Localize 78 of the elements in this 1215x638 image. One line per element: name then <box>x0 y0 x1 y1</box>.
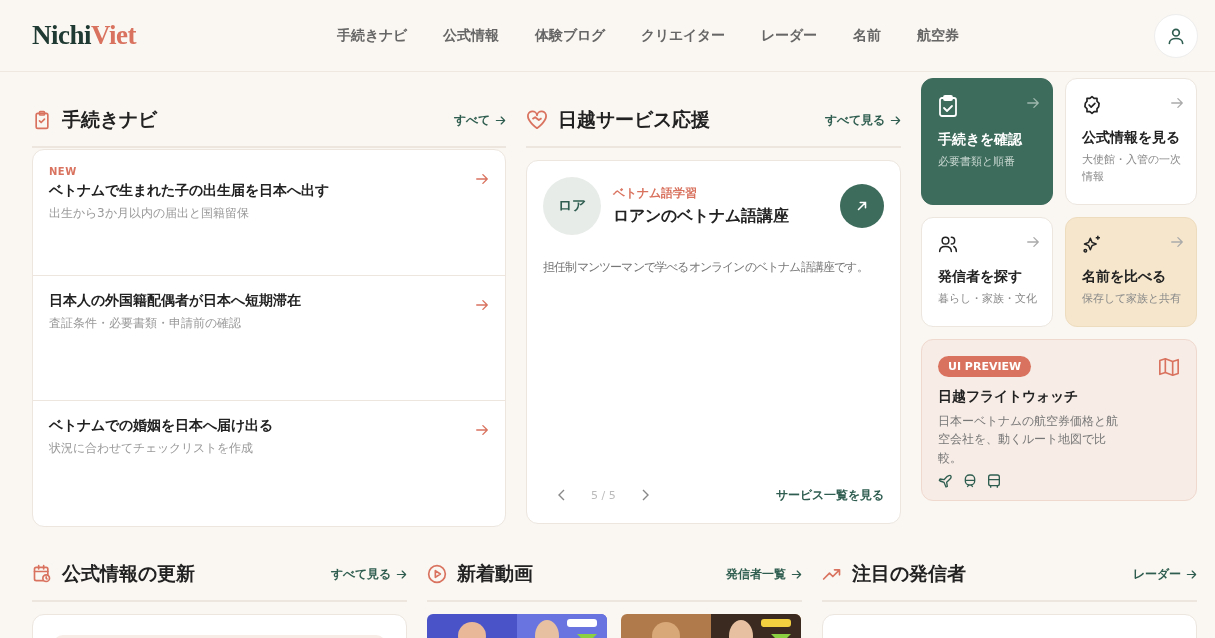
plane-icon <box>938 473 954 490</box>
procedure-item[interactable]: 日本人の外国籍配偶者が日本へ短期滞在 査証条件・必要書類・申請前の確認 <box>33 275 505 402</box>
service-category: ベトナム語学習 <box>613 185 698 202</box>
quick-link-card[interactable]: 公式情報を見る 大使館・入管の一次情報 <box>1065 78 1197 205</box>
procedure-subtitle: 査証条件・必要書類・申請前の確認 <box>49 314 242 332</box>
service-description: 担任制マンツーマンで学べるオンラインのベトナム語講座です。 <box>543 259 869 276</box>
sparkle-icon <box>1082 234 1102 254</box>
procedure-title: ベトナムで生まれた子の出生届を日本へ出す <box>49 182 329 200</box>
quick-link-card[interactable]: 発信者を探す 暮らし・家族・文化 <box>921 217 1053 327</box>
arrow-icon <box>475 172 489 186</box>
arrow-icon <box>1026 96 1040 110</box>
clipboard-icon <box>32 110 52 130</box>
heart-icon <box>526 110 548 130</box>
open-button[interactable] <box>840 184 884 228</box>
page-indicator: 5 / 5 <box>591 488 616 502</box>
account-button[interactable] <box>1154 13 1198 58</box>
section-title: 日越サービス応援 <box>558 107 710 132</box>
see-all-link[interactable]: すべて見る <box>331 565 407 583</box>
quick-link-title: 手続きを確認 <box>938 131 1023 149</box>
nav-link[interactable]: 手続きナビ <box>337 26 407 45</box>
arrow-icon <box>890 114 901 126</box>
procedure-title: ベトナムでの婚姻を日本へ届け出る <box>49 417 273 436</box>
arrow-icon <box>495 114 506 126</box>
quick-link-subtitle: 大使館・入管の一次情報 <box>1082 152 1182 185</box>
arrow-icon <box>791 568 802 580</box>
users-icon <box>938 234 958 254</box>
procedure-subtitle: 出生から3か月以内の届出と国籍留保 <box>49 205 250 222</box>
procedure-subtitle: 状況に合わせてチェックリストを作成 <box>49 440 254 458</box>
play-icon <box>427 564 447 584</box>
quick-link-title: 公式情報を見る <box>1082 129 1181 147</box>
calendar-icon <box>32 564 52 584</box>
section-title: 注目の発信者 <box>852 561 966 586</box>
see-all-link[interactable]: すべて <box>454 111 506 129</box>
arrow-icon <box>396 568 407 580</box>
clipboard-icon <box>938 95 958 117</box>
quick-link-title: 発信者を探す <box>938 268 1023 286</box>
quick-link-card[interactable]: 手続きを確認 必要書類と順番 <box>921 78 1053 205</box>
arrow-icon <box>475 297 489 312</box>
check-badge-icon <box>1082 95 1102 115</box>
arrow-icon <box>475 423 489 438</box>
section-title: 公式情報の更新 <box>62 561 195 586</box>
quick-link-card[interactable]: 名前を比べる 保存して家族と共有 <box>1065 217 1197 327</box>
procedure-item[interactable]: ベトナムでの婚姻を日本へ届け出る 状況に合わせてチェックリストを作成 <box>33 401 505 526</box>
train-icon <box>962 473 978 490</box>
quick-link-subtitle: 暮らし・家族・文化 <box>938 291 1038 307</box>
service-list-link[interactable]: サービス一覧を見る <box>776 486 884 504</box>
quick-link-subtitle: 保存して家族と共有 <box>1082 291 1182 307</box>
nav-link[interactable]: クリエイター <box>641 26 725 45</box>
new-label: NEW <box>49 166 78 177</box>
site-logo[interactable]: NichiViet <box>32 20 332 51</box>
procedure-title: 日本人の外国籍配偶者が日本へ短期滞在 <box>49 291 301 310</box>
section-title: 新着動画 <box>457 561 533 586</box>
nav-link[interactable]: レーダー <box>761 26 817 45</box>
service-avatar: ロア <box>543 177 601 235</box>
arrow-icon <box>1186 568 1197 580</box>
arrow-icon <box>1170 96 1184 110</box>
preview-badge: UI PREVIEW <box>938 356 1032 377</box>
see-all-link[interactable]: レーダー <box>1133 565 1197 583</box>
service-name: ロアンのベトナム語講座 <box>613 206 790 227</box>
nav-link[interactable]: 航空券 <box>917 26 959 45</box>
section-title: 手続きナビ <box>62 107 157 132</box>
bus-icon <box>986 473 1002 490</box>
nav-link[interactable]: 名前 <box>853 26 881 45</box>
see-all-link[interactable]: 発信者一覧 <box>726 565 802 583</box>
arrow-icon <box>1170 235 1184 249</box>
chevron-left-icon <box>557 489 567 501</box>
quick-link-subtitle: 必要書類と順番 <box>938 154 1016 170</box>
arrow-icon <box>1026 235 1040 249</box>
external-link-icon <box>855 199 869 213</box>
flight-card[interactable]: UI PREVIEW 日越フライトウォッチ 日本ーベトナムの航空券価格と航空会社を、動くルート地図で比較。 <box>921 339 1197 501</box>
nav-link[interactable]: 体験ブログ <box>535 26 605 45</box>
map-icon <box>1158 356 1180 378</box>
see-all-link[interactable]: すべて見る <box>825 111 901 129</box>
quick-link-title: 名前を比べる <box>1082 268 1167 286</box>
flight-description: 日本ーベトナムの航空券価格と航空会社を、動くルート地図で比較。 <box>938 413 1119 467</box>
flight-title: 日越フライトウォッチ <box>938 388 1079 406</box>
procedure-item[interactable]: NEW ベトナムで生まれた子の出生届を日本へ出す 出生から3か月以内の届出と国籍留保 <box>33 150 505 276</box>
nav-link[interactable]: 公式情報 <box>443 26 499 45</box>
